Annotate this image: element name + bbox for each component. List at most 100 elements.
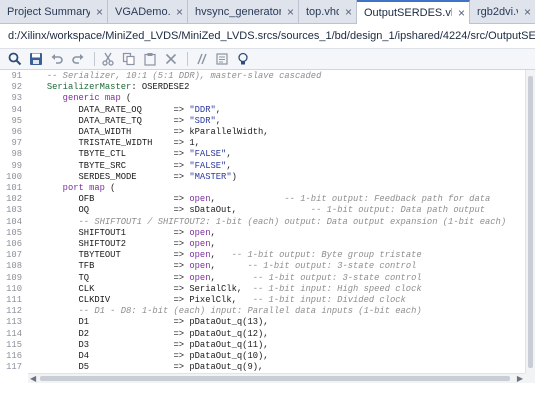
tab-label: top.vhd — [306, 5, 339, 18]
code-line[interactable]: 104 -- SHIFTOUT1 / SHIFTOUT2: 1-bit (eac… — [0, 217, 525, 229]
close-icon[interactable]: × — [345, 5, 352, 19]
copy-icon[interactable] — [120, 50, 138, 68]
code-line[interactable]: 93 generic map ( — [0, 93, 525, 105]
horizontal-scrollbar[interactable]: ◀ ▶ — [28, 373, 525, 383]
code-line[interactable]: 96 DATA_WIDTH => kParallelWidth, — [0, 127, 525, 139]
code-token: open — [189, 227, 211, 238]
editor-toolbar — [0, 48, 535, 70]
code-line[interactable]: 107 TBYTEOUT => open, -- 1-bit output: B… — [0, 250, 525, 262]
tab-label: hvsync_generator.v — [195, 5, 281, 18]
delete-icon[interactable] — [162, 50, 180, 68]
scroll-left-icon[interactable]: ◀ — [30, 374, 36, 383]
code-text: SHIFTOUT1 => open, — [31, 228, 216, 240]
vertical-scrollbar[interactable] — [525, 70, 535, 373]
tab-hvsync-generator[interactable]: hvsync_generator.v × — [188, 0, 299, 23]
search-icon[interactable] — [6, 50, 24, 68]
code-token: open — [189, 261, 211, 272]
line-number: 99 — [11, 160, 22, 171]
line-number: 100 — [6, 171, 22, 182]
code-line[interactable]: 108 TFB => open, -- 1-bit output: 3-stat… — [0, 261, 525, 273]
code-line[interactable]: 106 SHIFTOUT2 => open, — [0, 239, 525, 251]
code-token: -- D1 - D8: 1-bit (each) input: Parallel… — [31, 306, 422, 317]
paste-icon[interactable] — [141, 50, 159, 68]
tab-project-summary[interactable]: Project Summary × — [0, 0, 108, 23]
code-line[interactable]: 105 SHIFTOUT1 => open, — [0, 228, 525, 240]
close-icon[interactable]: × — [524, 5, 531, 19]
code-line[interactable]: 92 SerializerMaster: OSERDESE2 — [0, 82, 525, 94]
line-number: 96 — [11, 127, 22, 137]
code-area[interactable]: 91 -- Serializer, 10:1 (5:1 DDR), master… — [0, 70, 525, 373]
code-line[interactable]: 102 OFB => open, -- 1-bit output: Feedba… — [0, 194, 525, 206]
code-line[interactable]: 97 TRISTATE_WIDTH => 1, — [0, 138, 525, 150]
code-line[interactable]: 91 -- Serializer, 10:1 (5:1 DDR), master… — [0, 71, 525, 83]
code-token: "FALSE" — [189, 149, 227, 160]
code-text: -- SHIFTOUT1 / SHIFTOUT2: 1-bit (each) o… — [31, 217, 507, 229]
code-token: DATA_WIDTH => kParallelWidth, — [31, 127, 269, 137]
close-icon[interactable]: × — [287, 5, 294, 19]
code-line[interactable]: 110 CLK => SerialClk, -- 1-bit input: Hi… — [0, 284, 525, 296]
code-token: , — [210, 261, 248, 272]
code-line[interactable]: 103 OQ => sDataOut, -- 1-bit output: Dat… — [0, 205, 525, 217]
tab-rgb2dvi-vhd[interactable]: rgb2dvi.vhd × — [470, 0, 535, 23]
code-text: DATA_RATE_TQ => "SDR", — [31, 116, 222, 128]
code-editor[interactable]: 91 -- Serializer, 10:1 (5:1 DDR), master… — [0, 70, 535, 415]
code-line[interactable]: 112 -- D1 - D8: 1-bit (each) input: Para… — [0, 306, 525, 318]
undo-icon[interactable] — [48, 50, 66, 68]
code-token: port map — [31, 183, 105, 193]
tab-outputserdes-vhd[interactable]: OutputSERDES.vhd × — [357, 0, 470, 24]
code-token: -- 1-bit output: Byte group tristate — [231, 250, 422, 261]
code-token: TBYTEOUT => — [31, 250, 190, 261]
code-line[interactable]: 113 D1 => pDataOut_q(13), — [0, 317, 525, 329]
code-line[interactable]: 101 port map ( — [0, 183, 525, 195]
line-number: 116 — [6, 351, 22, 361]
code-line[interactable]: 115 D3 => pDataOut_q(11), — [0, 340, 525, 352]
code-line[interactable]: 99 TBYTE_SRC => "FALSE", — [0, 161, 525, 173]
code-token: , — [210, 272, 253, 283]
code-line[interactable]: 95 DATA_RATE_TQ => "SDR", — [0, 116, 525, 128]
code-line[interactable]: 100 SERDES_MODE => "MASTER") — [0, 172, 525, 184]
code-line[interactable]: 117 D5 => pDataOut_q(9), — [0, 362, 525, 373]
save-icon[interactable] — [27, 50, 45, 68]
line-number: 98 — [11, 149, 22, 160]
code-token: TBYTE_CTL => — [31, 149, 190, 160]
comment-icon[interactable] — [192, 50, 210, 68]
code-token: "FALSE" — [189, 160, 227, 171]
block-icon[interactable] — [213, 50, 231, 68]
tab-label: rgb2dvi.vhd — [477, 5, 518, 18]
code-line[interactable]: 116 D4 => pDataOut_q(10), — [0, 351, 525, 363]
line-number: 111 — [6, 295, 22, 305]
code-token: , — [215, 104, 222, 115]
code-token: TBYTE_SRC => — [31, 160, 190, 171]
close-icon[interactable]: × — [458, 6, 465, 20]
redo-icon[interactable] — [69, 50, 87, 68]
code-token: ) — [231, 171, 237, 182]
code-line[interactable]: 98 TBYTE_CTL => "FALSE", — [0, 149, 525, 161]
code-line[interactable]: 114 D2 => pDataOut_q(12), — [0, 329, 525, 341]
code-token: open — [189, 250, 211, 261]
tab-vgademo[interactable]: VGADemo.v × — [108, 0, 188, 23]
code-text: TBYTE_CTL => "FALSE", — [31, 149, 232, 161]
code-text: OQ => sDataOut, -- 1-bit output: Data pa… — [31, 205, 486, 217]
code-line[interactable]: 111 CLKDIV => PixelClk, -- 1-bit input: … — [0, 295, 525, 307]
code-line[interactable]: 94 DATA_RATE_OQ => "DDR", — [0, 105, 525, 117]
cut-icon[interactable] — [99, 50, 117, 68]
lightbulb-icon[interactable] — [234, 50, 252, 68]
code-token: CLKDIV => PixelClk, — [31, 295, 253, 305]
code-line[interactable]: 109 TQ => open, -- 1-bit output: 3-state… — [0, 273, 525, 285]
line-number: 107 — [6, 250, 22, 261]
close-icon[interactable]: × — [96, 5, 103, 19]
tab-top-vhd[interactable]: top.vhd × — [299, 0, 357, 23]
code-token: DATA_RATE_OQ => — [31, 104, 190, 115]
code-token: , — [210, 250, 232, 261]
scroll-right-icon[interactable]: ▶ — [517, 374, 523, 383]
code-text: SERDES_MODE => "MASTER") — [31, 172, 237, 184]
file-path: d:/Xilinx/workspace/MiniZed_LVDS/MiniZed… — [0, 24, 535, 48]
code-token: , — [210, 227, 216, 238]
close-icon[interactable]: × — [176, 5, 183, 19]
code-text: D4 => pDataOut_q(10), — [31, 351, 269, 363]
line-number: 114 — [6, 328, 22, 339]
code-token: CLK => SerialClk, — [31, 283, 253, 294]
horizontal-scrollbar-thumb[interactable] — [40, 376, 510, 381]
vertical-scrollbar-thumb[interactable] — [528, 76, 533, 368]
code-token: , — [210, 194, 285, 205]
